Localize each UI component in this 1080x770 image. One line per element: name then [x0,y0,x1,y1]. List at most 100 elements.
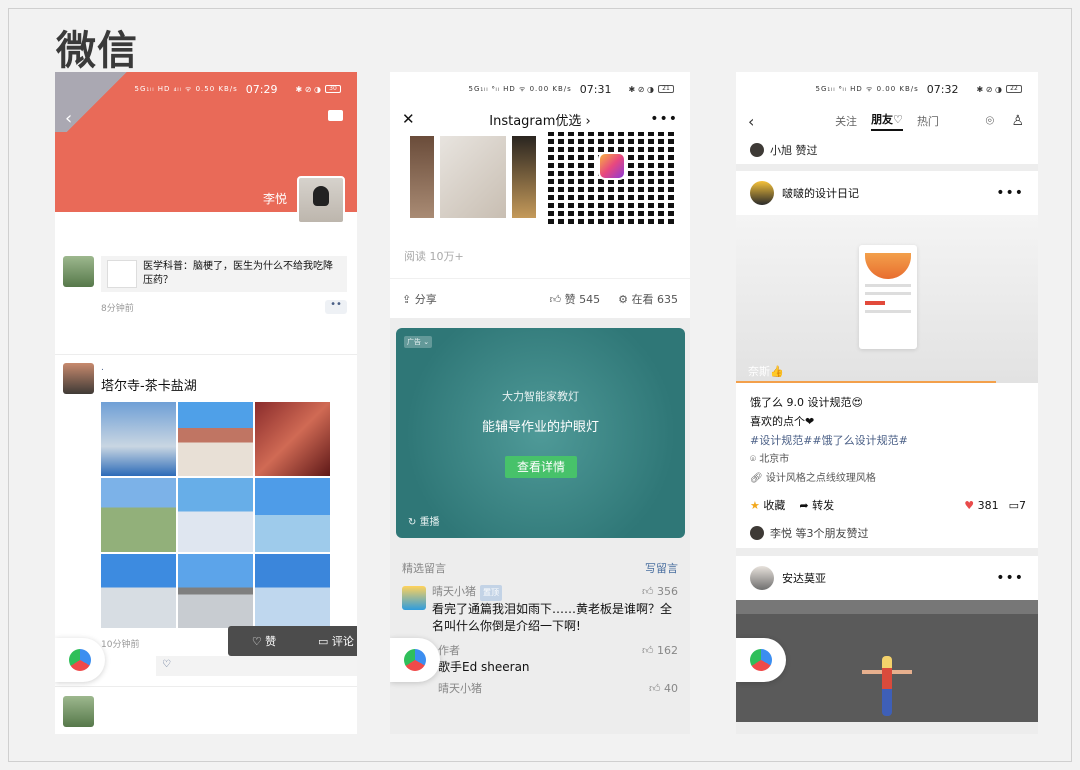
read-count: 阅读 10万+ [404,250,464,263]
user-icon[interactable]: ♙ [1011,113,1024,129]
like-button[interactable]: ♥ 381 [964,499,998,512]
post-time: 10分钟前 [101,639,140,650]
tab-friends[interactable]: 朋友♡ [871,111,903,131]
camera-icon[interactable] [328,110,343,121]
watching-icon: ⚙ [618,292,628,306]
status-bar: 5G₁ₗₗ ⁶ₗₗ HD ᯤ 0.00 KB/s 07:32 ✱ ⊘ ◑ 22 [736,72,1038,106]
friends-liked-text: 李悦 等3个朋友赞过 [770,527,869,540]
article-photo [410,136,434,218]
back-arrow-icon[interactable]: ‹ [748,112,754,131]
author-avatar[interactable] [750,181,774,205]
comments-header: 精选留言 写留言 [390,538,690,584]
photo-grid [101,402,330,628]
comment-like-button[interactable]: 👍︎ 356 [642,584,678,600]
shared-article-card[interactable]: 医学科普：脑梗了，医生为什么不给我吃降压药？ [101,256,347,292]
signal-icons: 5G₁ₗₗ ⁶ₗₗ HD ᯤ 0.00 KB/s [468,84,572,93]
back-arrow-icon[interactable]: ‹ [65,108,72,129]
post-video[interactable]: 奈斯👍 [736,215,1038,383]
reply-author: 作者 [438,644,460,657]
photo-thumb[interactable] [178,554,253,628]
post-header: 安达莫亚 ••• [736,556,1038,600]
photo-thumb[interactable] [255,554,330,628]
replay-button[interactable]: ↻ 重播 [408,513,440,528]
ad-details-button[interactable]: 查看详情 [505,456,577,478]
author-name[interactable]: 啵啵的设计日记 [782,185,859,201]
like-button[interactable]: 👍︎ 赞 545 [550,291,601,307]
post-line-2: 喜欢的点个❤ [750,415,815,428]
status-time: 07:31 [579,82,612,96]
channels-top: 5G₁ₗₗ ⁶ₗₗ HD ᯤ 0.00 KB/s 07:32 ✱ ⊘ ◑ 22 ‹… [736,72,1038,136]
poster-avatar[interactable] [63,363,94,394]
comment-like-button[interactable]: 👍︎ 40 [649,681,678,697]
likes-bar: ♡ [156,656,357,676]
comment-item: 晴天小猪 置顶 👍︎ 356 看完了通篇我泪如雨下……黄老板是谁啊？全名叫什么你倒… [390,584,690,635]
more-icon[interactable]: ••• [996,570,1024,586]
like-comment-popup: ♡ 赞 ▭ 评论 [228,626,357,656]
profile-avatar[interactable] [297,176,345,224]
tab-following[interactable]: 关注 [835,113,857,129]
like-button[interactable]: ♡ 赞 [228,633,300,649]
write-comment-link[interactable]: 写留言 [645,560,678,576]
favorite-button[interactable]: ★ 收藏 [750,497,785,513]
status-time: 07:29 [245,82,278,96]
article-top: 5G₁ₗₗ ⁶ₗₗ HD ᯤ 0.00 KB/s 07:31 ✱ ⊘ ◑ 21 ✕… [390,72,690,318]
thumbs-up-icon: 👍︎ [549,292,562,306]
status-right-icons: ✱ ⊘ ◑ 22 [977,85,1022,94]
poster-avatar[interactable] [63,256,94,287]
post-header: 啵啵的设计日记 ••• [736,171,1038,215]
more-icon[interactable]: ••• [996,185,1024,201]
slide-title: 微信 [56,28,138,74]
post-body: 饿了么 9.0 设计规范😍 喜欢的点个❤ #设计规范##饿了么设计规范# ⌾ 北… [736,383,1038,488]
photo-thumb[interactable] [101,478,176,552]
reply-like-button[interactable]: 👍︎ 162 [642,643,678,659]
photo-thumb[interactable] [255,478,330,552]
status-right-icons: ✱ ⊘ ◑ 21 [629,85,674,94]
tab-trending[interactable]: 热门 [917,113,939,129]
photo-thumb[interactable] [101,402,176,476]
status-bar: 5G₁ₗₗ HD ₄ₗₗ ᯤ 0.50 KB/s 07:29 ✱ ⊘ ◑ 30 [55,72,357,106]
author-avatar[interactable] [750,566,774,590]
close-icon[interactable]: ✕ [402,110,415,128]
post-actions-button[interactable]: •• [325,300,347,314]
moments-screen: 5G₁ₗₗ HD ₄ₗₗ ᯤ 0.50 KB/s 07:29 ✱ ⊘ ◑ 30 ‹… [55,72,357,734]
pinned-badge: 置顶 [480,585,502,601]
more-icon[interactable]: ••• [650,111,678,127]
photo-thumb[interactable] [255,402,330,476]
forward-button[interactable]: ➦ 转发 [799,497,834,513]
profile-username: 李悦 [262,192,287,206]
channels-screen: 5G₁ₗₗ ⁶ₗₗ HD ᯤ 0.00 KB/s 07:32 ✱ ⊘ ◑ 22 ‹… [736,72,1038,734]
comment-button[interactable]: ▭ 评论 [300,633,357,649]
article-navbar: ✕ Instagram优选 › ••• [390,106,690,132]
floating-app-logo-icon[interactable] [55,638,105,682]
location-pin-icon[interactable]: ⌾ [986,113,994,129]
post-text: 塔尔寺-茶卡盐湖 [101,379,197,394]
post-link[interactable]: 🔗︎ 设计风格之点线纹理风格 [750,469,1024,488]
author-name[interactable]: 安达莫亚 [782,570,826,586]
ad-tag[interactable]: 广告 ⌄ [404,336,433,348]
ad-banner[interactable]: 广告 ⌄ 大力智能家教灯 能辅导作业的护眼灯 查看详情 ↻ 重播 [396,328,685,538]
commenter-name[interactable]: 晴天小猪 [432,585,476,598]
article-photo [512,136,536,218]
comment-button[interactable]: ▭7 [1009,499,1026,512]
poster-name[interactable]: . [101,363,357,375]
photo-thumb[interactable] [178,478,253,552]
commenter-avatar[interactable] [402,586,426,610]
account-name[interactable]: Instagram优选 › [489,110,590,129]
post-hashtags[interactable]: #设计规范##饿了么设计规范# [750,431,1024,450]
watching-button[interactable]: ⚙ 在看 635 [618,291,678,307]
commenter-name[interactable]: 晴天小猪 [438,682,482,695]
heart-icon: ♥ [964,498,975,512]
poster-avatar[interactable] [63,696,94,727]
article-thumbnail [107,260,137,288]
floating-app-logo-icon[interactable] [390,638,440,682]
post-line-1: 饿了么 9.0 设计规范😍 [750,396,863,409]
post-divider [55,354,357,355]
signal-icons: 5G₁ₗₗ ⁶ₗₗ HD ᯤ 0.00 KB/s [815,84,919,93]
post-location[interactable]: ⌾ 北京市 [750,450,1024,469]
share-button[interactable]: ⇪ 分享 [402,291,437,307]
floating-app-logo-icon[interactable] [736,638,786,682]
status-right-icons: ✱ ⊘ ◑ 30 [296,85,341,94]
signal-icons: 5G₁ₗₗ HD ₄ₗₗ ᯤ 0.50 KB/s [134,84,238,93]
photo-thumb[interactable] [178,402,253,476]
photo-thumb[interactable] [101,554,176,628]
